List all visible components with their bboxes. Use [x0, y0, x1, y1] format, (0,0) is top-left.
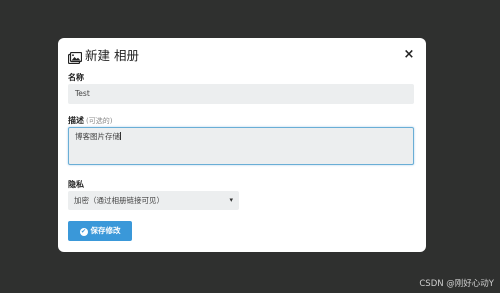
description-label-text: 描述 — [68, 116, 84, 125]
new-album-modal: 新建 相册 × 名称 Test 描述 (可选的) 博客图片存储 隐私 加密（通过相… — [58, 38, 426, 252]
name-value: Test — [75, 89, 90, 98]
name-field[interactable]: Test — [68, 84, 414, 104]
modal-header: 新建 相册 × — [67, 47, 416, 65]
save-button-label: 保存修改 — [90, 226, 121, 235]
description-label: 描述 (可选的) — [68, 115, 112, 126]
description-value: 博客图片存储 — [75, 132, 120, 141]
description-textarea[interactable]: 博客图片存储 — [68, 127, 414, 165]
privacy-label: 隐私 — [68, 180, 84, 189]
close-button[interactable]: × — [402, 47, 416, 63]
privacy-selected-value: 加密（通过相册链接可见） — [74, 196, 164, 205]
photo-album-icon — [67, 49, 83, 65]
modal-title: 新建 相册 — [85, 48, 139, 63]
privacy-select[interactable]: 加密（通过相册链接可见） ▾ — [68, 191, 239, 210]
name-label: 名称 — [68, 73, 84, 82]
optional-hint: (可选的) — [86, 117, 113, 125]
text-caret — [120, 132, 121, 140]
save-changes-button[interactable]: ✔ 保存修改 — [68, 221, 132, 241]
check-circle-icon: ✔ — [79, 228, 88, 236]
chevron-down-icon: ▾ — [229, 196, 233, 204]
watermark: CSDN @刚好心动Y — [419, 279, 494, 289]
